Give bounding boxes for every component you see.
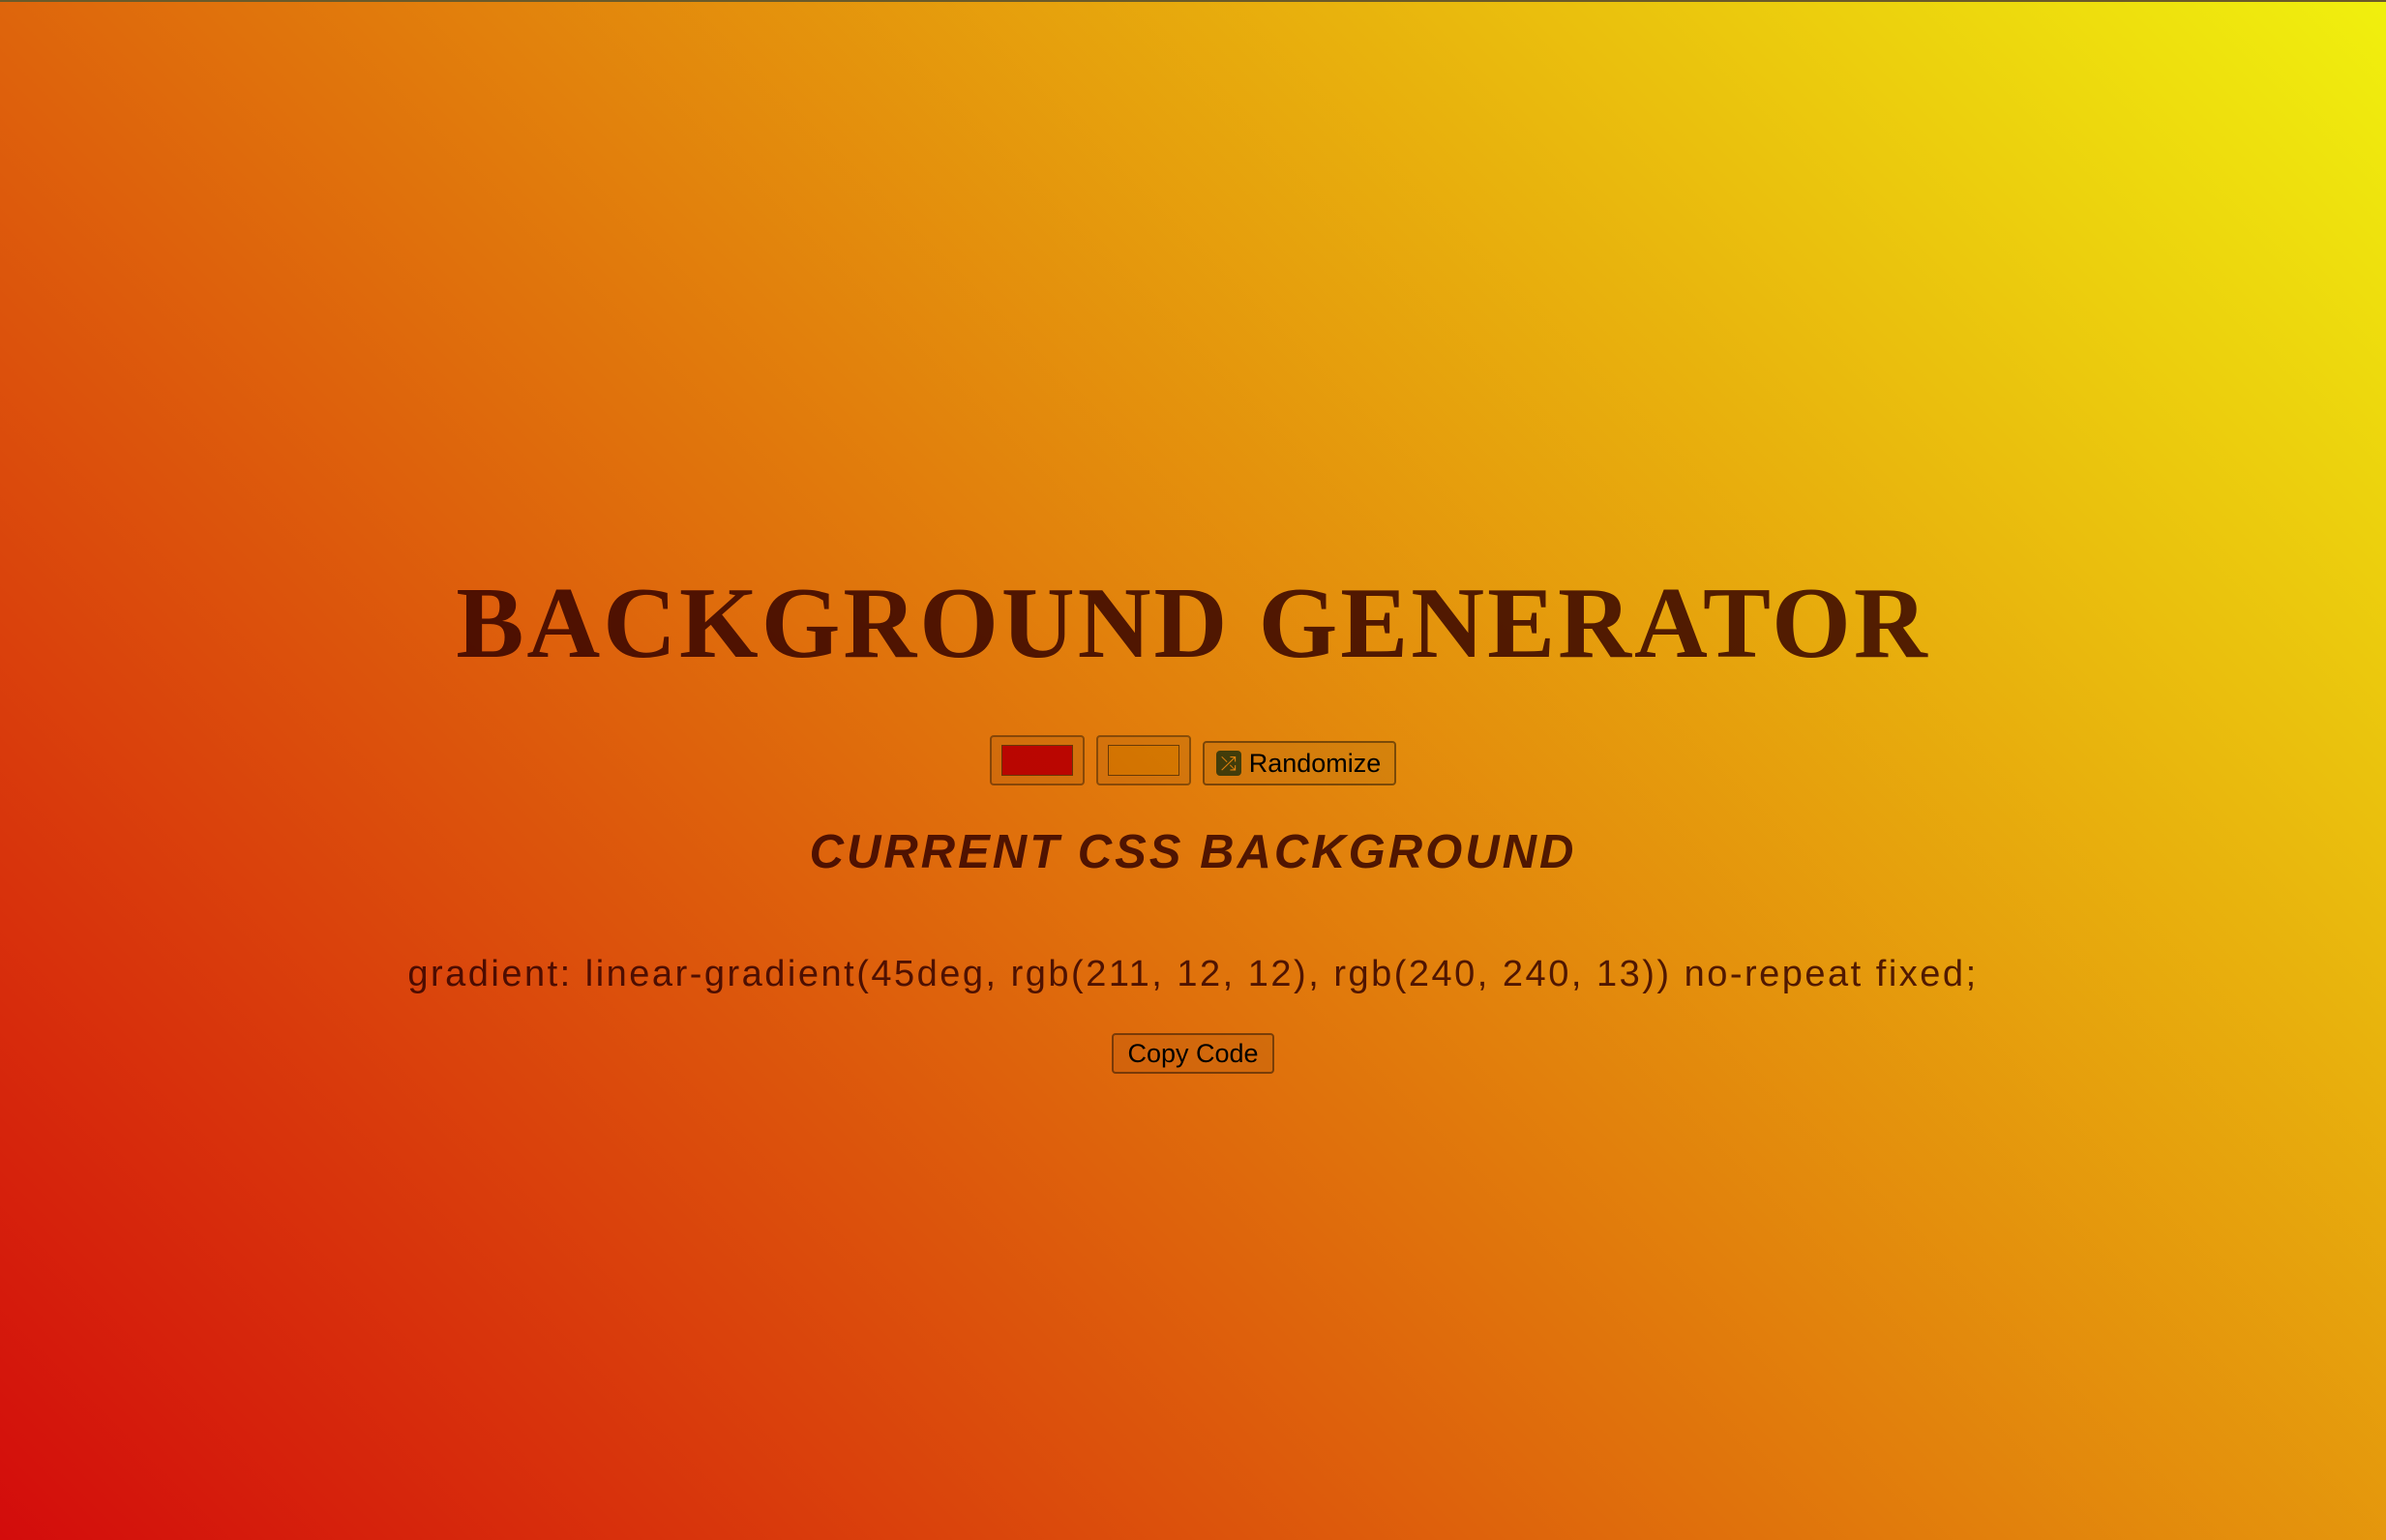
copy-code-button[interactable]: Copy Code: [1112, 1033, 1274, 1074]
main-content: BACKGROUND GENERATOR ⤮ Randomize CURRENT…: [0, 2, 2386, 1540]
current-css-heading: CURRENT CSS BACKGROUND: [809, 826, 1577, 878]
randomize-button[interactable]: ⤮ Randomize: [1202, 741, 1397, 785]
color-swatch-1: [1000, 745, 1073, 776]
shuffle-icon: ⤮: [1215, 751, 1241, 776]
randomize-label: Randomize: [1248, 748, 1382, 778]
color-swatch-2: [1107, 745, 1179, 776]
css-output-text: gradient: linear-gradient(45deg, rgb(211…: [407, 954, 1979, 994]
color-controls: ⤮ Randomize: [0, 733, 2386, 787]
color-picker-2[interactable]: [1095, 735, 1191, 785]
page-title: BACKGROUND GENERATOR: [456, 566, 1930, 679]
color-picker-1[interactable]: [989, 735, 1085, 785]
copy-wrap: Copy Code: [0, 1033, 2386, 1074]
